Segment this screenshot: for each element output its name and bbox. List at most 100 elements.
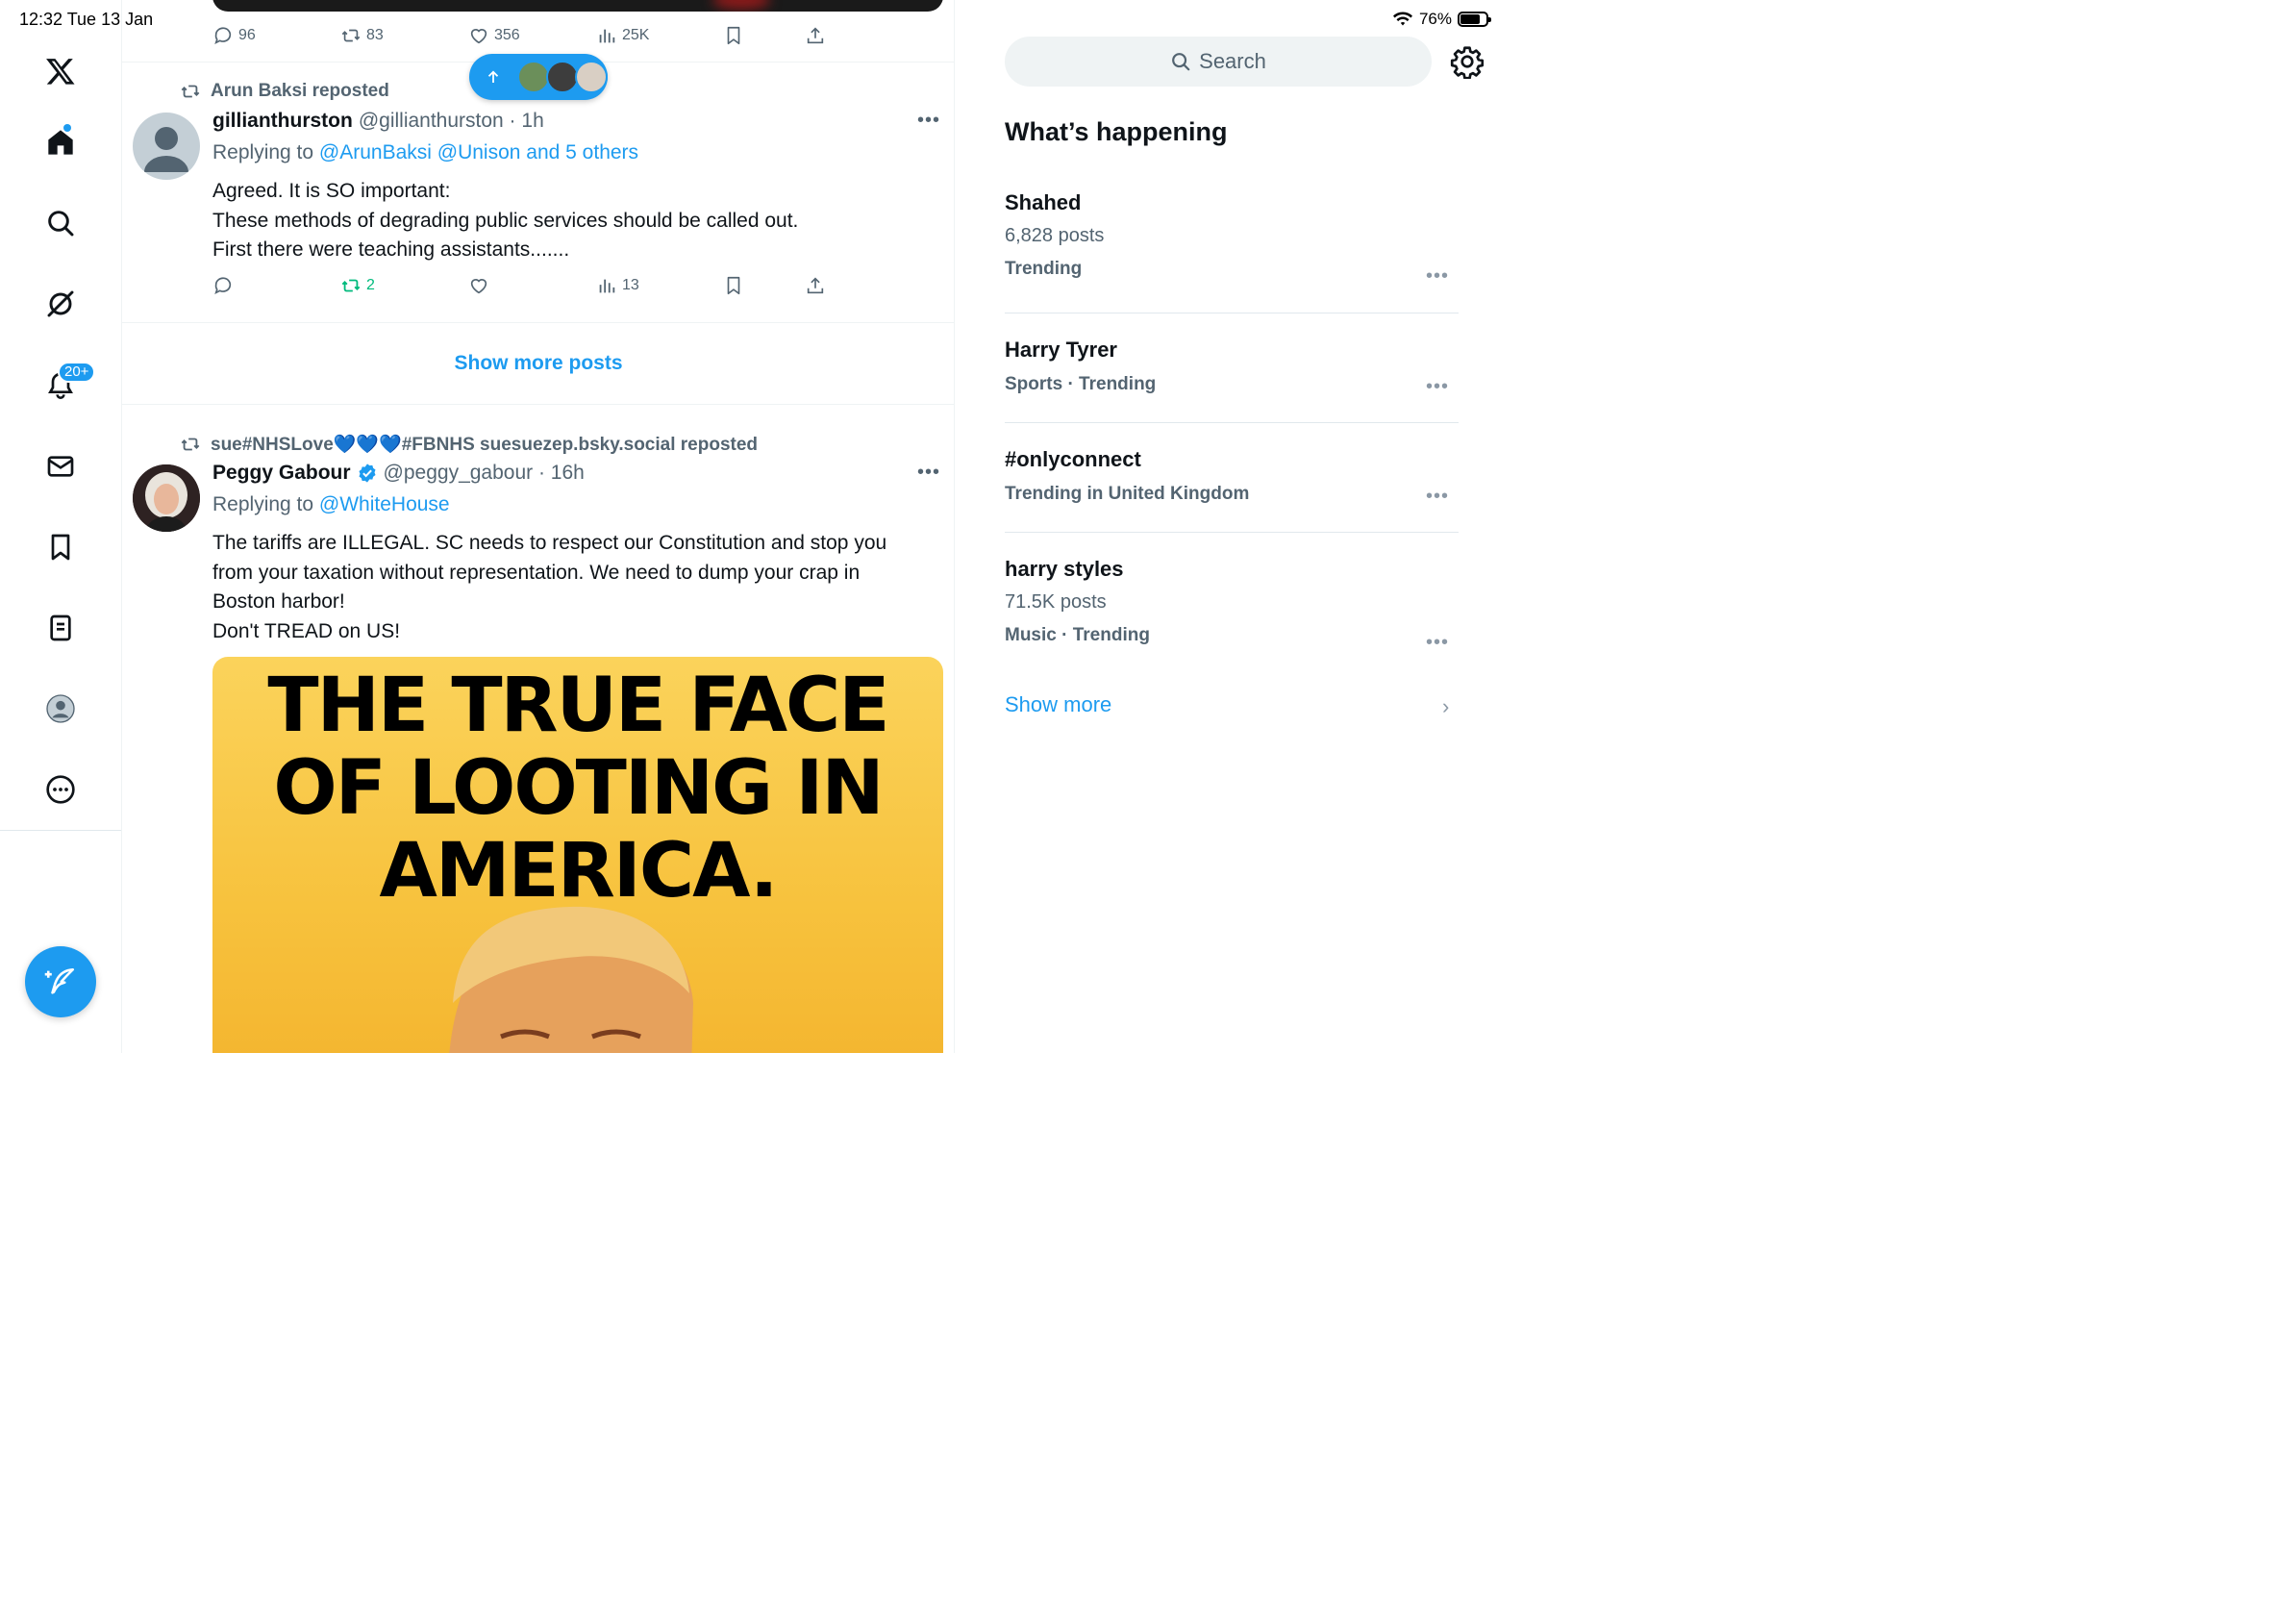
notifications-bell-icon[interactable]: 20+ xyxy=(40,362,96,406)
tweet-divider xyxy=(122,404,954,405)
repost-icon xyxy=(181,85,200,98)
trend-more-icon[interactable]: ••• xyxy=(1426,486,1449,508)
status-indicators: 76% xyxy=(1392,10,1491,29)
replying-to: Replying to @WhiteHouse xyxy=(212,493,450,516)
trend-more-icon[interactable]: ••• xyxy=(1426,632,1449,654)
tweet-more-icon[interactable]: ••• xyxy=(917,110,940,132)
search-icon[interactable] xyxy=(40,203,81,243)
like-button[interactable] xyxy=(468,275,494,296)
new-posts-pill[interactable] xyxy=(469,54,608,100)
replying-prefix: Replying to xyxy=(212,141,314,163)
default-avatar-icon xyxy=(144,127,188,172)
compose-post-button[interactable] xyxy=(25,946,96,1017)
repost-button[interactable]: 83 xyxy=(340,25,384,46)
trend-name: #onlyconnect xyxy=(1005,447,1141,471)
search-input[interactable]: Search xyxy=(1005,37,1432,87)
bookmarks-icon[interactable] xyxy=(40,527,81,567)
previous-tweet-media[interactable] xyxy=(212,0,943,12)
battery-icon xyxy=(1458,12,1491,27)
media-face-illustration xyxy=(449,906,693,1053)
repost-icon xyxy=(341,29,361,42)
search-placeholder: Search xyxy=(1199,49,1266,73)
repost-by-text: sue#NHSLove💙💙💙#FBNHS suesuezep.bsky.soci… xyxy=(211,435,759,455)
grok-icon[interactable] xyxy=(40,284,81,324)
author-name[interactable]: Peggy Gabour xyxy=(212,462,351,485)
trend-name: harry styles xyxy=(1005,557,1124,581)
bookmark-button[interactable] xyxy=(723,275,744,296)
show-more-link[interactable]: Show more xyxy=(1005,692,1111,717)
tweet-more-icon[interactable]: ••• xyxy=(917,462,940,484)
tweet-text: Agreed. It is SO important: These method… xyxy=(212,180,799,261)
trend-more-icon[interactable]: ••• xyxy=(1426,265,1449,288)
repost-attribution: sue#NHSLove💙💙💙#FBNHS suesuezep.bsky.soci… xyxy=(180,433,758,456)
tweet-media-image[interactable]: THE TRUE FACE OF LOOTING IN AMERICA. xyxy=(212,657,943,1053)
share-button[interactable] xyxy=(805,25,826,46)
trend-item[interactable]: #onlyconnect Trending in United Kingdom … xyxy=(1005,447,1459,508)
settings-gear-icon[interactable] xyxy=(1450,44,1485,80)
trend-name: Harry Tyrer xyxy=(1005,338,1117,362)
reply-button[interactable] xyxy=(212,275,238,296)
show-more-posts-button[interactable]: Show more posts xyxy=(122,323,954,404)
top-tweet-actions: 96 83 356 25K xyxy=(212,25,847,52)
wifi-icon xyxy=(1392,12,1412,26)
reply-button[interactable]: 96 xyxy=(212,25,256,46)
replying-mentions[interactable]: @WhiteHouse xyxy=(319,493,450,515)
repost-attribution: Arun Baksi reposted xyxy=(180,81,389,102)
tweet-header: Peggy Gabour @peggy_gabour · 16h xyxy=(212,462,585,485)
arrow-up-icon xyxy=(487,70,499,83)
trend-meta: Sports · Trending xyxy=(1005,374,1157,394)
tweet-header: gillianthurston @gillianthurston · 1h xyxy=(212,110,544,133)
left-nav: 20+ xyxy=(0,0,122,1053)
notifications-badge: 20+ xyxy=(58,362,96,383)
views-button[interactable]: 25K xyxy=(596,25,649,46)
x-logo-icon[interactable] xyxy=(40,51,81,91)
trend-item[interactable]: Harry Tyrer Sports · Trending ••• xyxy=(1005,338,1459,398)
repost-icon xyxy=(181,438,200,451)
more-options-icon[interactable] xyxy=(40,769,81,810)
repost-button[interactable]: 2 xyxy=(340,275,375,296)
trend-meta: Trending xyxy=(1005,259,1083,279)
repost-count: 83 xyxy=(366,27,384,43)
home-unread-dot xyxy=(63,124,71,132)
pill-avatar xyxy=(575,61,608,93)
bookmark-icon xyxy=(727,276,740,295)
messages-envelope-icon[interactable] xyxy=(40,446,81,487)
trend-item[interactable]: Shahed 6,828 posts Trending ••• xyxy=(1005,190,1459,287)
author-handle-time[interactable]: @gillianthurston · 1h xyxy=(359,110,544,133)
bookmark-button[interactable] xyxy=(723,25,744,46)
share-button[interactable] xyxy=(805,275,826,296)
trend-name: Shahed xyxy=(1005,190,1082,214)
author-handle-time[interactable]: @peggy_gabour · 16h xyxy=(384,462,585,485)
profile-avatar-icon[interactable] xyxy=(40,689,81,729)
avatar[interactable] xyxy=(133,113,200,180)
lists-icon[interactable] xyxy=(40,608,81,648)
views-count: 25K xyxy=(622,27,650,43)
search-icon xyxy=(1172,53,1190,71)
analytics-icon xyxy=(599,279,615,293)
replying-mentions[interactable]: @ArunBaksi @Unison and 5 others xyxy=(319,141,638,163)
repost-count: 2 xyxy=(366,277,375,293)
views-button[interactable]: 13 xyxy=(596,275,639,296)
nav-divider xyxy=(0,830,121,831)
share-icon xyxy=(807,277,824,294)
trend-posts: 71.5K posts xyxy=(1005,591,1107,613)
like-button[interactable]: 356 xyxy=(468,25,520,46)
trend-divider xyxy=(1005,422,1459,423)
chevron-right-icon[interactable]: › xyxy=(1442,694,1449,719)
like-count: 356 xyxy=(494,27,520,43)
avatar[interactable] xyxy=(133,464,200,532)
home-icon[interactable] xyxy=(40,122,81,163)
trend-item[interactable]: harry styles 71.5K posts Music · Trendin… xyxy=(1005,557,1459,653)
replying-to: Replying to @ArunBaksi @Unison and 5 oth… xyxy=(212,141,638,164)
reply-icon xyxy=(214,277,232,294)
pill-avatar xyxy=(546,61,579,93)
user-photo-icon xyxy=(133,464,200,532)
compose-feather-icon xyxy=(44,967,75,994)
bookmark-icon xyxy=(727,26,740,45)
timeline: 96 83 356 25K Arun Baksi reposted gillia… xyxy=(122,0,955,1053)
verified-badge-icon xyxy=(359,464,376,483)
trend-meta: Music · Trending xyxy=(1005,625,1150,645)
trend-more-icon[interactable]: ••• xyxy=(1426,376,1449,398)
repost-icon xyxy=(341,279,361,292)
author-name[interactable]: gillianthurston xyxy=(212,110,353,133)
